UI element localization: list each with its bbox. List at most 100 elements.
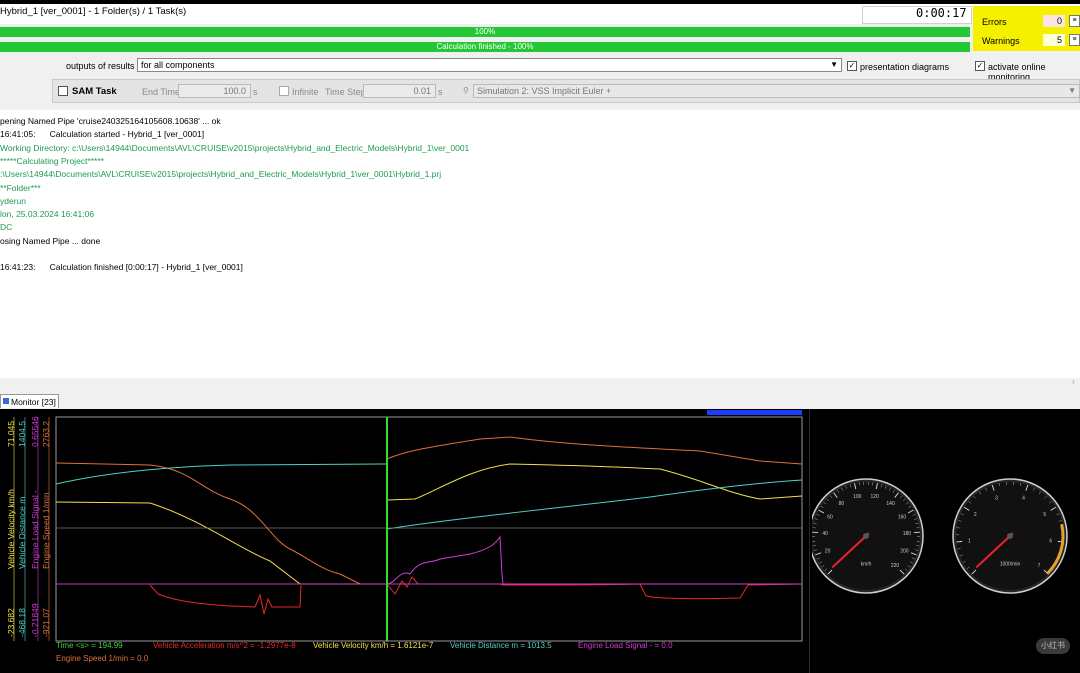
speedometer-tick-label: 20 bbox=[825, 548, 831, 554]
monitor-tab[interactable]: Monitor [23] bbox=[0, 394, 59, 408]
speedometer-tick-label: 60 bbox=[827, 514, 833, 520]
progress-label-calculation: Calculation finished - 100% bbox=[436, 42, 534, 51]
task-name: SAM Task bbox=[72, 86, 117, 97]
simulation-select-value: Simulation 2: VSS Implicit Euler + bbox=[477, 86, 612, 96]
legend-item: Vehicle Distance m = 1013.5 bbox=[450, 641, 552, 650]
speedometer-tick-label: 220 bbox=[891, 563, 900, 569]
gauges: 20 40 60 80 100 120 140 160 180 200 220 km/h 1 2 3 4 5 6… bbox=[812, 478, 1068, 594]
progress-bar-calculation: Calculation finished - 100% bbox=[0, 42, 970, 52]
monitor-panel: 20 40 60 80 100 120 140 160 180 200 220 km/h 1 2 3 4 5 6… bbox=[0, 409, 1080, 673]
task-checkbox[interactable] bbox=[58, 86, 68, 96]
speedometer-tick-label: 140 bbox=[886, 501, 895, 507]
elapsed-timer: 0:00:17 bbox=[916, 6, 967, 20]
trace-engine-load bbox=[386, 535, 802, 585]
log-line: DC bbox=[0, 222, 13, 233]
speedometer-tick-label: 40 bbox=[822, 531, 828, 537]
progress-bar-overall: 100% bbox=[0, 27, 970, 37]
legend-item: Vehicle Velocity km/h = 1.6121e-7 bbox=[313, 641, 434, 650]
trace-vehicle-velocity bbox=[55, 463, 803, 585]
outputs-select[interactable]: for all components ▼ bbox=[137, 58, 842, 72]
warnings-count: 5 bbox=[1043, 34, 1065, 46]
progress-label-overall: 100% bbox=[474, 27, 496, 36]
speedometer-unit-label: km/h bbox=[861, 562, 872, 568]
legend-item: Engine Speed 1/min = 0.0 bbox=[56, 654, 149, 663]
speedometer-tick-label: 200 bbox=[900, 548, 909, 554]
monitor-header bbox=[0, 394, 1080, 409]
axis-name-label: Engine Load Signal - bbox=[30, 490, 40, 569]
log-line: lon, 25.03.2024 16:41:06 bbox=[0, 209, 95, 220]
tachometer-tick-label: 6 bbox=[1049, 539, 1052, 545]
link-icon: ⚲ bbox=[463, 86, 469, 95]
errors-label: Errors bbox=[982, 17, 1007, 27]
log-line: **Folder*** bbox=[0, 182, 41, 193]
time-step-label: Time Step bbox=[325, 87, 366, 97]
log-line: *****Calculating Project***** bbox=[0, 155, 104, 166]
axis-min-label: -0.21849 bbox=[30, 603, 40, 637]
presentation-diagrams-label: presentation diagrams bbox=[860, 62, 950, 72]
monitor-tab-label: Monitor [23] bbox=[11, 397, 56, 407]
task-title: Hybrid_1 [ver_0001] - 1 Folder(s) / 1 Ta… bbox=[0, 6, 187, 17]
infinite-checkbox[interactable] bbox=[279, 86, 289, 96]
axis-name-label: Vehicle Distance m bbox=[17, 496, 27, 569]
tachometer-gauge: 1 2 3 4 5 6 7 1000/min bbox=[952, 478, 1068, 594]
presentation-diagrams-checkbox[interactable]: ✓ bbox=[847, 61, 857, 71]
speedometer-tick-label: 120 bbox=[871, 494, 880, 500]
tachometer-tick-label: 7 bbox=[1038, 563, 1041, 569]
speedometer-gauge: 20 40 60 80 100 120 140 160 180 200 220 km/h bbox=[812, 478, 924, 594]
log-line: Working Directory: c:\Users\14944\Docume… bbox=[0, 142, 470, 153]
tachometer-tick-label: 1 bbox=[968, 539, 971, 545]
axis-name-label: Vehicle Velocity km/h bbox=[6, 489, 16, 569]
log-line: osing Named Pipe ... done bbox=[0, 235, 101, 246]
log-line: 16:41:05: Calculation started - Hybrid_1… bbox=[0, 129, 205, 140]
tachometer-tick-label: 4 bbox=[1022, 495, 1025, 501]
warnings-label: Warnings bbox=[982, 36, 1020, 46]
speedometer-tick-label: 160 bbox=[898, 514, 907, 520]
axis-name-label: Engine Speed 1/min bbox=[41, 492, 51, 569]
outputs-select-value: for all components bbox=[141, 60, 215, 70]
log-line: pening Named Pipe 'cruise240325164105608… bbox=[0, 116, 221, 126]
log-line: 16:41:23: Calculation finished [0:00:17]… bbox=[0, 262, 243, 273]
end-time-field[interactable]: 100.0 bbox=[178, 84, 251, 98]
legend-item: Vehicle Acceleration m/s^2 = -1.2977e-8 bbox=[153, 641, 296, 650]
axis-min-label: -921.07 bbox=[41, 608, 51, 637]
axis-max-label: 1404.5 bbox=[17, 421, 27, 447]
errors-warnings-panel: Errors 0 ≡ Warnings 5 ≡ bbox=[973, 6, 1080, 51]
speedometer-tick-label: 80 bbox=[839, 501, 845, 507]
chevron-down-icon: ▼ bbox=[830, 60, 838, 69]
log-panel: pening Named Pipe 'cruise240325164105608… bbox=[0, 110, 1080, 378]
trace-vehicle-acceleration bbox=[149, 576, 803, 615]
axis-max-label: 2763.2 bbox=[41, 421, 51, 447]
monitor-progress-indicator bbox=[707, 410, 802, 415]
infinite-label: Infinite bbox=[292, 87, 319, 97]
axis-max-label: 0.65546 bbox=[30, 416, 40, 447]
errors-count: 0 bbox=[1043, 15, 1065, 27]
axis-min-label: -468.18 bbox=[17, 608, 27, 637]
time-step-unit: s bbox=[438, 87, 443, 97]
speedometer-tick-label: 180 bbox=[903, 531, 912, 537]
speedometer-tick-label: 100 bbox=[853, 494, 862, 500]
time-step-field[interactable]: 0.01 bbox=[363, 84, 436, 98]
axis-max-label: 71.045 bbox=[6, 421, 16, 447]
tachometer-tick-label: 5 bbox=[1043, 512, 1046, 518]
tachometer-unit-label: 1000/min bbox=[1000, 562, 1021, 568]
simulation-select[interactable]: Simulation 2: VSS Implicit Euler + ▼ bbox=[473, 84, 1080, 98]
online-monitoring-checkbox[interactable]: ✓ bbox=[975, 61, 985, 71]
errors-list-icon[interactable]: ≡ bbox=[1069, 15, 1080, 27]
warnings-list-icon[interactable]: ≡ bbox=[1069, 34, 1080, 46]
scroll-right-icon[interactable]: › bbox=[1072, 377, 1075, 386]
tachometer-tick-label: 3 bbox=[995, 495, 998, 501]
speedometer-hub bbox=[863, 533, 869, 539]
end-time-unit: s bbox=[253, 87, 258, 97]
tachometer-hub bbox=[1007, 533, 1013, 539]
monitor-tab-icon bbox=[3, 398, 9, 404]
monitor-chart bbox=[13, 409, 810, 673]
legend-item: Engine Load Signal - = 0.0 bbox=[578, 641, 673, 650]
log-line: :\Users\14944\Documents\AVL\CRUISE\v2015… bbox=[0, 169, 442, 180]
chevron-down-icon: ▼ bbox=[1068, 86, 1076, 95]
watermark-badge: 小红书 bbox=[1036, 638, 1070, 654]
legend-item: Time <s> = 194.99 bbox=[56, 641, 123, 650]
log-line: yderun bbox=[0, 195, 26, 206]
tachometer-tick-label: 2 bbox=[974, 512, 977, 518]
trace-vehicle-distance bbox=[55, 463, 803, 530]
axis-min-label: -23.682 bbox=[6, 608, 16, 637]
